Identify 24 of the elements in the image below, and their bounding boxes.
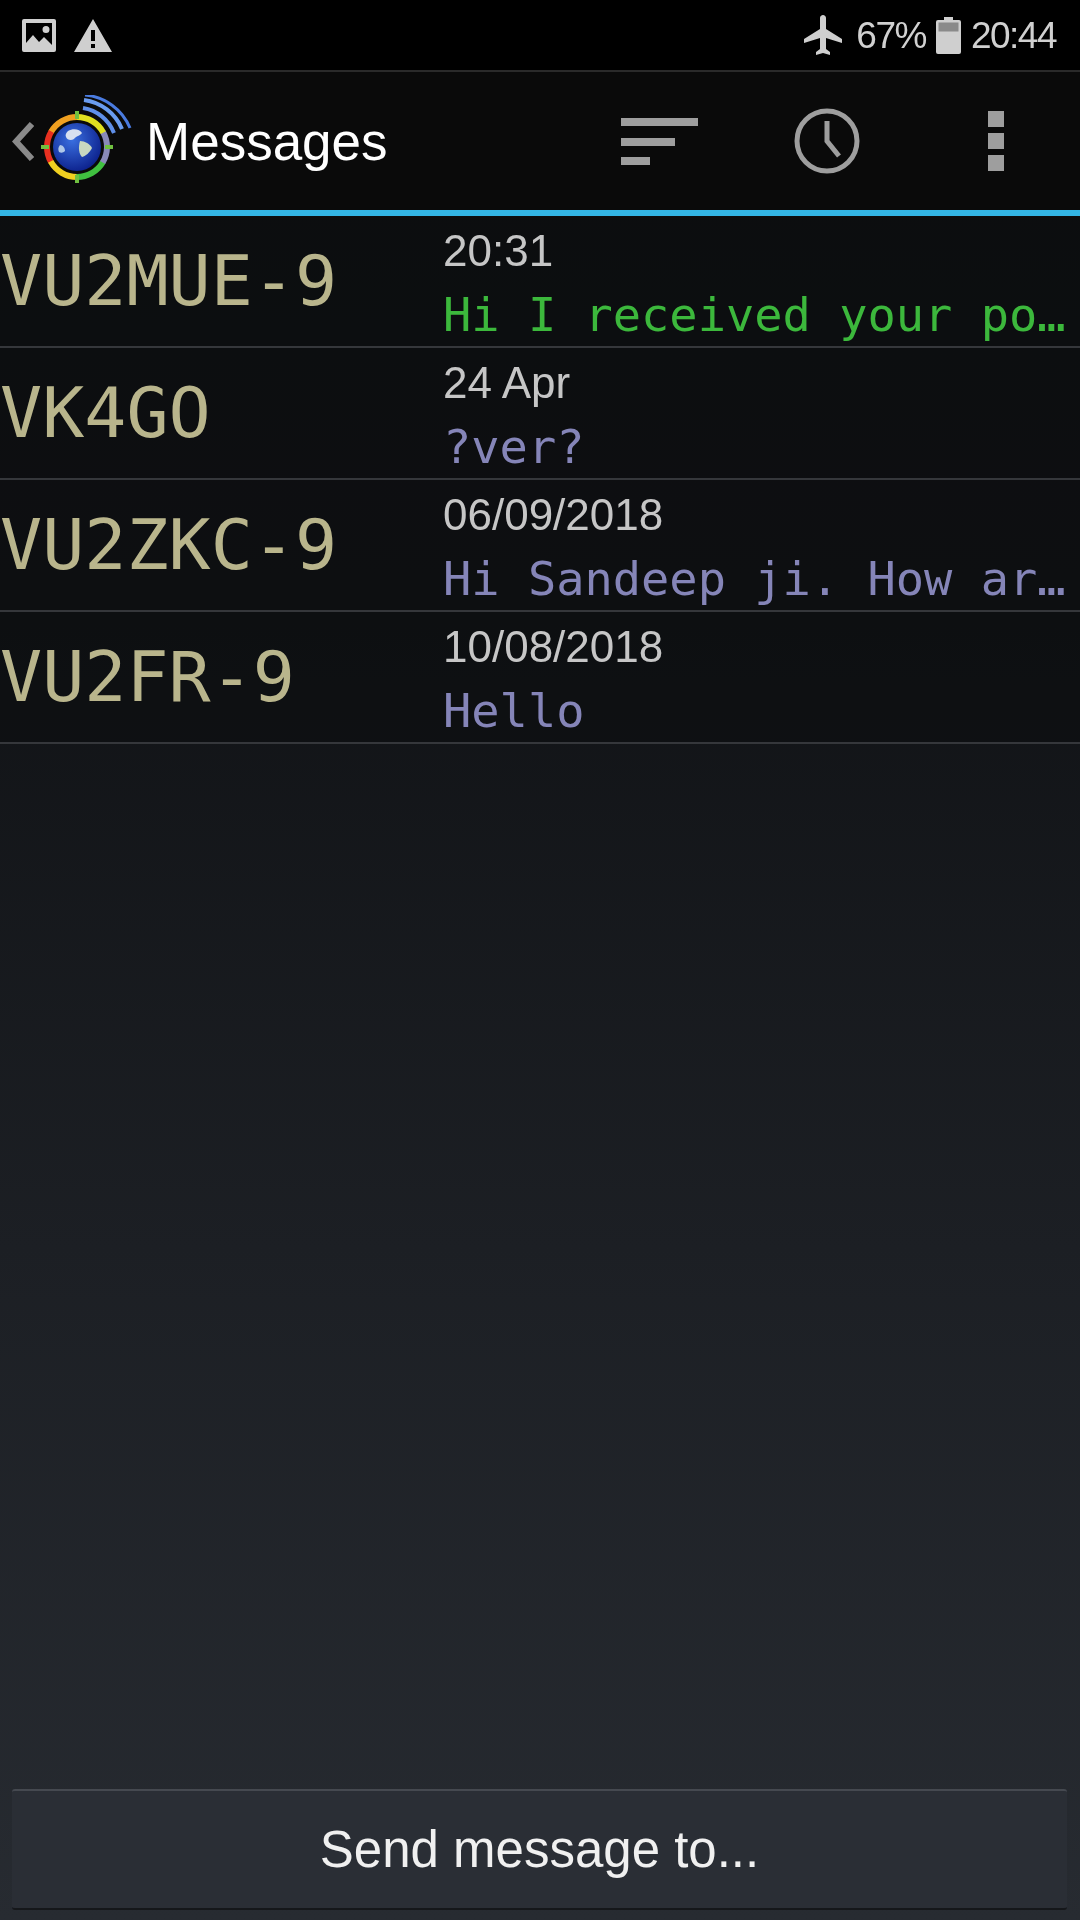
message-date: 24 Apr — [443, 358, 571, 408]
message-preview: Hi I received your po… — [443, 288, 1066, 342]
battery-percent: 67% — [856, 16, 926, 54]
message-date: 10/08/2018 — [443, 622, 664, 672]
clock-icon[interactable] — [794, 108, 860, 174]
callsign[interactable]: VU2ZKC-9 — [0, 506, 338, 584]
message-preview: ?ver? — [443, 420, 585, 474]
message-date: 06/09/2018 — [443, 490, 664, 540]
sort-icon[interactable] — [621, 117, 698, 165]
send-message-button[interactable]: Send message to... — [12, 1789, 1067, 1910]
airplane-icon — [804, 15, 843, 55]
more-options-icon[interactable] — [988, 111, 1004, 171]
callsign[interactable]: VK4GO — [0, 374, 211, 452]
callsign[interactable]: VU2MUE-9 — [0, 242, 338, 320]
screen-title: Messages — [146, 110, 388, 172]
warning-icon — [74, 18, 112, 52]
callsign[interactable]: VU2FR-9 — [0, 638, 295, 716]
back-icon[interactable] — [12, 121, 34, 161]
clock-time: 20:44 — [970, 16, 1056, 54]
image-icon — [22, 18, 56, 52]
battery-icon — [935, 16, 961, 54]
message-preview: Hi Sandeep ji. How ar… — [443, 552, 1066, 606]
message-date: 20:31 — [443, 226, 554, 276]
message-preview: Hello — [443, 684, 585, 738]
